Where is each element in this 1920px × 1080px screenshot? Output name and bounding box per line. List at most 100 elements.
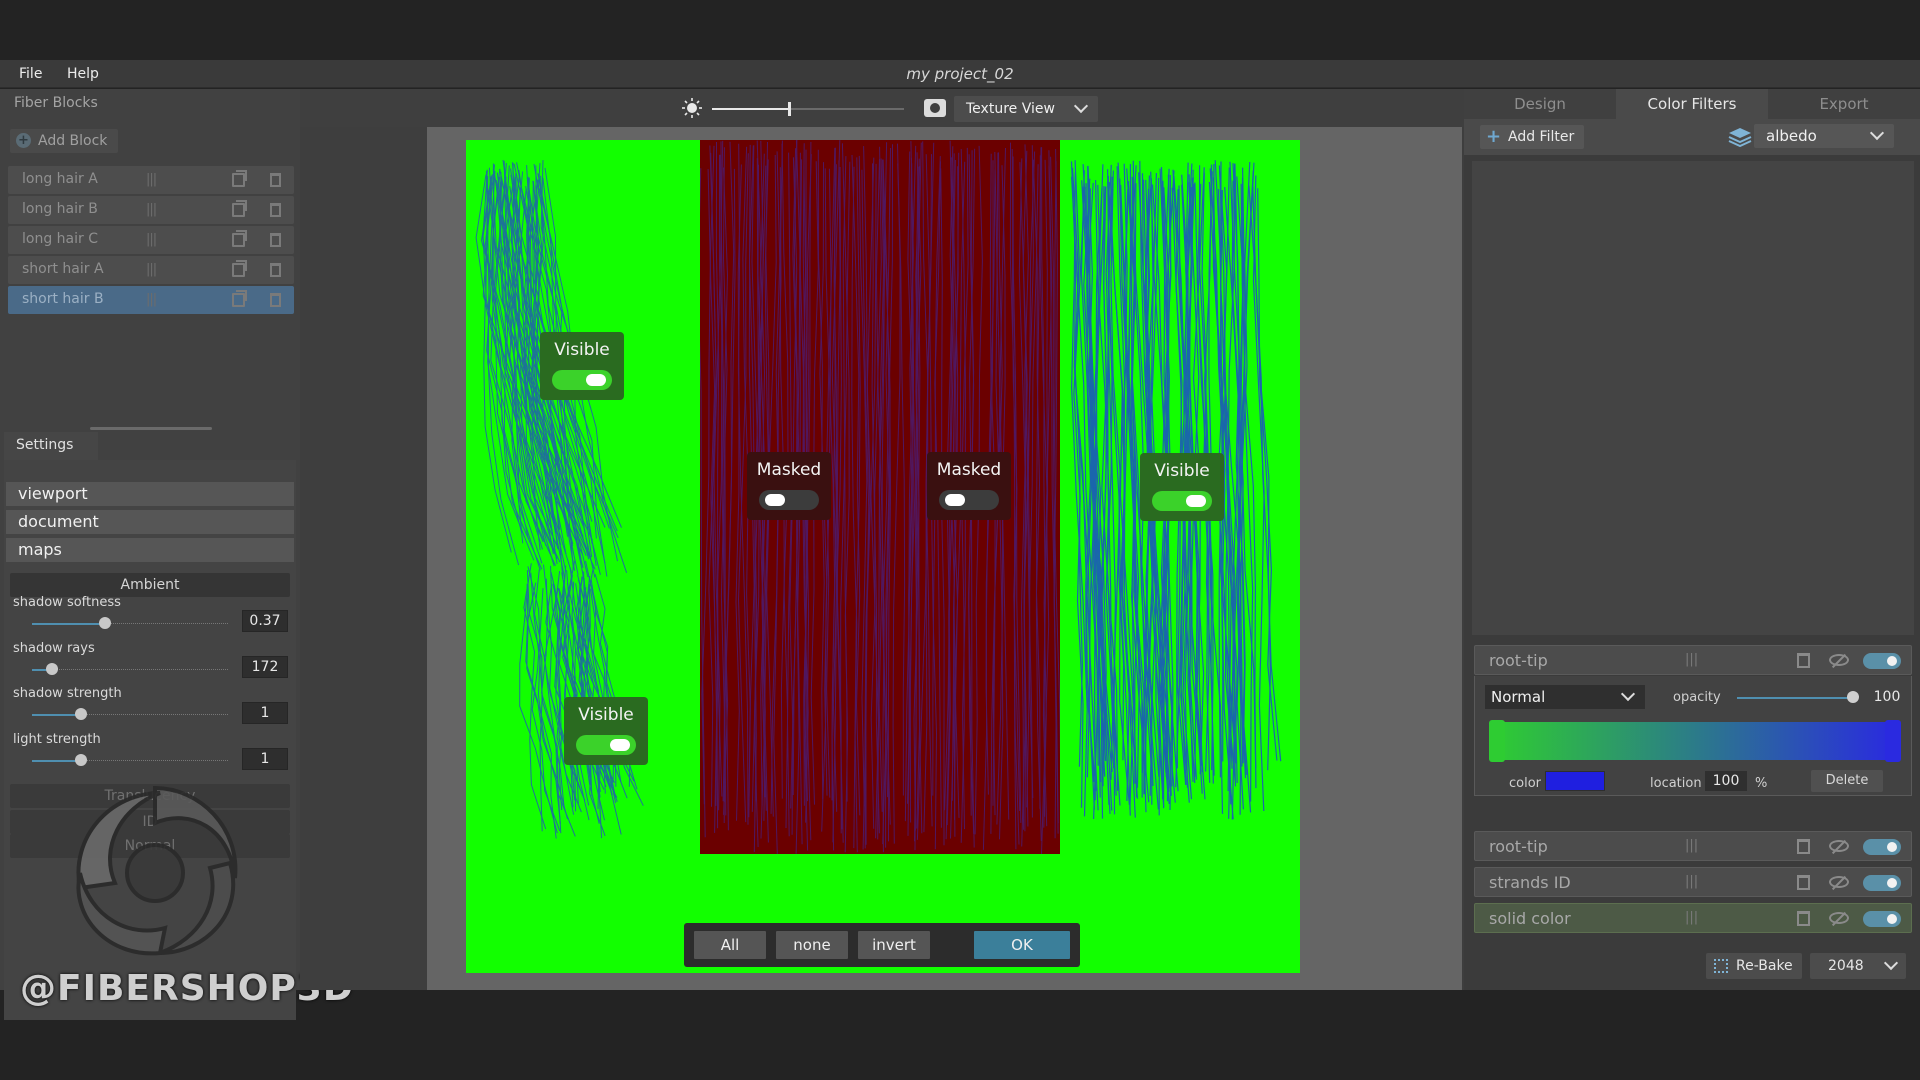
hair-strand: [1018, 158, 1027, 847]
filter-row[interactable]: solid color |||: [1474, 903, 1912, 933]
trash-icon[interactable]: [270, 293, 281, 307]
trash-icon[interactable]: [1797, 839, 1810, 854]
filter-row[interactable]: root-tip |||: [1474, 645, 1912, 675]
location-value[interactable]: 100: [1705, 771, 1747, 791]
blend-mode-select[interactable]: Normal: [1485, 685, 1645, 709]
visibility-badge[interactable]: Visible: [540, 332, 624, 400]
block-row[interactable]: short hair A |||: [8, 256, 294, 284]
duplicate-icon[interactable]: [232, 230, 247, 247]
invert-selection-button[interactable]: invert: [858, 931, 930, 959]
rebake-button[interactable]: Re-Bake: [1706, 953, 1802, 979]
filter-row[interactable]: strands ID |||: [1474, 867, 1912, 897]
category-viewport[interactable]: viewport: [6, 482, 294, 506]
duplicate-icon[interactable]: [232, 260, 247, 277]
add-filter-button[interactable]: + Add Filter: [1480, 125, 1584, 149]
texture-canvas[interactable]: Visible Visible Masked Masked Visible: [466, 140, 1300, 973]
drag-handle-icon[interactable]: |||: [146, 292, 157, 307]
view-mode-select[interactable]: Texture View: [954, 96, 1098, 122]
shadow-rays-value[interactable]: 172: [242, 656, 288, 678]
drag-handle-icon[interactable]: |||: [146, 202, 157, 217]
trash-icon[interactable]: [270, 173, 281, 187]
filter-enable-toggle[interactable]: [1863, 653, 1901, 669]
resolution-select[interactable]: 2048: [1810, 953, 1906, 979]
select-all-button[interactable]: All: [694, 931, 766, 959]
filter-enable-toggle[interactable]: [1863, 875, 1901, 891]
slider-knob[interactable]: [75, 754, 87, 766]
drag-handle-icon[interactable]: |||: [1685, 652, 1698, 667]
slider-fill: [32, 714, 81, 716]
block-row[interactable]: long hair A |||: [8, 166, 294, 194]
drag-handle-icon[interactable]: |||: [1685, 838, 1698, 853]
opacity-knob[interactable]: [1847, 691, 1859, 703]
section-ambient[interactable]: Ambient: [10, 573, 290, 597]
filter-row[interactable]: root-tip |||: [1474, 831, 1912, 861]
mask-badge[interactable]: Masked: [927, 452, 1011, 520]
drag-handle-icon[interactable]: |||: [146, 172, 157, 187]
tab-color-filters[interactable]: Color Filters: [1616, 89, 1768, 119]
strand-strip-right: [1070, 160, 1282, 820]
color-swatch[interactable]: [1545, 771, 1605, 791]
gradient-stop-start[interactable]: [1489, 720, 1505, 762]
visibility-off-icon[interactable]: [1829, 654, 1849, 666]
block-row[interactable]: long hair C |||: [8, 226, 294, 254]
filter-enable-toggle[interactable]: [1863, 911, 1901, 927]
gradient-editor[interactable]: [1489, 720, 1901, 762]
mask-badge[interactable]: Masked: [747, 452, 831, 520]
select-none-button[interactable]: none: [776, 931, 848, 959]
tab-settings[interactable]: Settings: [4, 432, 98, 460]
tab-design[interactable]: Design: [1464, 89, 1616, 119]
filter-enable-toggle[interactable]: [1863, 839, 1901, 855]
category-document[interactable]: document: [6, 510, 294, 534]
opacity-slider[interactable]: [1737, 697, 1853, 699]
channel-select[interactable]: albedo: [1754, 124, 1894, 148]
visibility-badge[interactable]: Visible: [564, 697, 648, 765]
trash-icon[interactable]: [1797, 653, 1810, 668]
panel-splitter[interactable]: [90, 427, 212, 430]
drag-handle-icon[interactable]: |||: [1685, 910, 1698, 925]
category-maps[interactable]: maps: [6, 538, 294, 562]
duplicate-icon[interactable]: [232, 290, 247, 307]
light-strength-slider[interactable]: [32, 754, 228, 766]
visibility-off-icon[interactable]: [1829, 840, 1849, 852]
trash-icon[interactable]: [1797, 911, 1810, 926]
shadow-softness-value[interactable]: 0.37: [242, 610, 288, 632]
ok-button[interactable]: OK: [974, 931, 1070, 959]
block-row[interactable]: long hair B |||: [8, 196, 294, 224]
brightness-slider[interactable]: [712, 102, 904, 116]
visibility-toggle[interactable]: [1152, 491, 1212, 511]
trash-icon[interactable]: [1797, 875, 1810, 890]
trash-icon[interactable]: [270, 203, 281, 217]
block-row-selected[interactable]: short hair B |||: [8, 286, 294, 314]
drag-handle-icon[interactable]: |||: [146, 232, 157, 247]
visibility-toggle[interactable]: [552, 370, 612, 390]
menu-help[interactable]: Help: [67, 66, 99, 82]
slider-knob[interactable]: [98, 617, 111, 629]
menu-file[interactable]: File: [19, 66, 42, 82]
duplicate-icon[interactable]: [232, 170, 247, 187]
visibility-toggle[interactable]: [576, 735, 636, 755]
camera-icon[interactable]: [924, 99, 946, 117]
duplicate-icon[interactable]: [232, 200, 247, 217]
tab-export[interactable]: Export: [1768, 89, 1920, 119]
delete-stop-button[interactable]: Delete: [1811, 770, 1883, 792]
mask-toggle[interactable]: [939, 490, 999, 510]
opacity-value[interactable]: 100: [1867, 686, 1907, 708]
shadow-strength-value[interactable]: 1: [242, 702, 288, 724]
trash-icon[interactable]: [270, 233, 281, 247]
shadow-strength-slider[interactable]: [32, 708, 228, 720]
add-block-button[interactable]: + Add Block: [10, 129, 118, 153]
visibility-badge[interactable]: Visible: [1140, 453, 1224, 521]
shadow-rays-slider[interactable]: [32, 663, 228, 675]
slider-knob[interactable]: [45, 663, 58, 675]
drag-handle-icon[interactable]: |||: [146, 262, 157, 277]
brightness-knob[interactable]: [787, 102, 791, 116]
visibility-off-icon[interactable]: [1829, 876, 1849, 888]
gradient-stop-end[interactable]: [1885, 720, 1901, 762]
light-strength-value[interactable]: 1: [242, 748, 288, 770]
mask-toggle[interactable]: [759, 490, 819, 510]
drag-handle-icon[interactable]: |||: [1685, 874, 1698, 889]
trash-icon[interactable]: [270, 263, 281, 277]
shadow-softness-slider[interactable]: [32, 617, 228, 629]
slider-knob[interactable]: [75, 708, 87, 720]
visibility-off-icon[interactable]: [1829, 912, 1849, 924]
